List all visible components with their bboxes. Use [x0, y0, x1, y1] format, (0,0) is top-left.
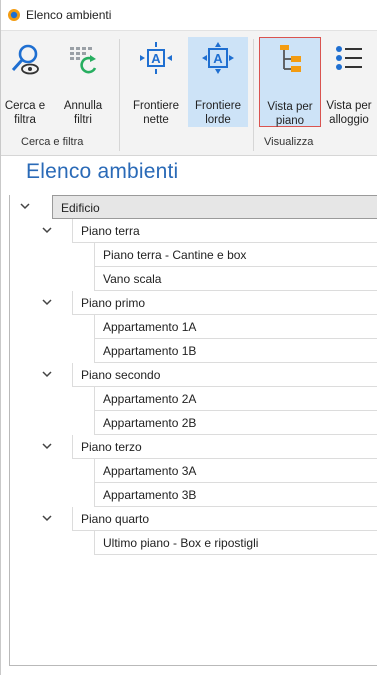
tree-item-cell: Appartamento 3B — [94, 483, 377, 507]
tree-item-label: Ultimo piano - Box e ripostigli — [103, 536, 259, 550]
tree-floor-label: Piano quarto — [81, 512, 150, 526]
tree-floor-label: Piano terzo — [81, 440, 142, 454]
tree-item-label: Appartamento 3B — [103, 488, 197, 502]
frontier-gross-icon: A — [202, 42, 234, 74]
view-by-unit-label: Vista per alloggio — [326, 100, 372, 126]
tree-item-row[interactable]: Appartamento 2A — [10, 387, 377, 411]
tree-item-cell: Ultimo piano - Box e ripostigli — [94, 531, 377, 555]
tree-item-cell: Appartamento 2A — [94, 387, 377, 411]
tree-item-label: Appartamento 1B — [103, 344, 197, 358]
ribbon: Cerca e filtra Annulla filtri A Frontier… — [1, 30, 377, 156]
tree-floor-cell: Piano secondo — [72, 363, 377, 387]
app-icon — [8, 9, 20, 21]
tree-floor-row[interactable]: Piano secondo — [10, 363, 377, 387]
clear-filter-label: Annulla filtri — [63, 100, 103, 126]
tree-item-cell: Piano terra - Cantine e box — [94, 243, 377, 267]
group-label-search: Cerca e filtra — [21, 136, 84, 148]
tree-item-cell: Appartamento 1B — [94, 339, 377, 363]
chevron-down-icon[interactable] — [18, 199, 32, 213]
tree-root-label: Edificio — [61, 201, 100, 215]
tree-item-row[interactable]: Appartamento 1A — [10, 315, 377, 339]
frontier-gross-label: Frontiere lorde — [194, 100, 242, 126]
tree-floor-row[interactable]: Piano quarto — [10, 507, 377, 531]
tree-item-label: Appartamento 2A — [103, 392, 197, 406]
window: Elenco ambienti Cerca e filtra Annulla f… — [0, 0, 377, 675]
tree-item-label: Appartamento 3A — [103, 464, 197, 478]
tree-item-row[interactable]: Appartamento 3B — [10, 483, 377, 507]
chevron-down-icon[interactable] — [40, 223, 54, 237]
search-filter-label: Cerca e filtra — [4, 100, 46, 126]
search-filter-button[interactable]: Cerca e filtra — [3, 37, 47, 127]
group-separator — [253, 39, 254, 151]
chevron-down-icon[interactable] — [40, 511, 54, 525]
tree-floor-label: Piano primo — [81, 296, 146, 310]
tree-floor-cell: Piano primo — [72, 291, 377, 315]
view-by-unit-button[interactable]: Vista per alloggio — [322, 37, 376, 127]
tree-item-label: Appartamento 2B — [103, 416, 197, 430]
tree-floor-row[interactable]: Piano terra — [10, 219, 377, 243]
tree-floor-label: Piano terra — [81, 224, 140, 238]
view-by-floor-label: Vista per piano — [267, 101, 313, 127]
frontier-net-button[interactable]: A Frontiere nette — [129, 37, 183, 127]
tree-root-cell: Edificio — [52, 195, 377, 219]
title-bar: Elenco ambienti — [1, 0, 377, 30]
chevron-down-icon[interactable] — [40, 367, 54, 381]
chevron-down-icon[interactable] — [40, 439, 54, 453]
group-separator — [119, 39, 120, 151]
view-by-floor-icon — [280, 45, 301, 72]
tree-item-row[interactable]: Ultimo piano - Box e ripostigli — [10, 531, 377, 555]
svg-text:A: A — [213, 51, 223, 66]
tree-root-row[interactable]: Edificio — [10, 195, 377, 219]
view-by-floor-button[interactable]: Vista per piano — [259, 37, 321, 127]
tree-item-cell: Appartamento 2B — [94, 411, 377, 435]
tree-item-row[interactable]: Appartamento 2B — [10, 411, 377, 435]
clear-filter-button[interactable]: Annulla filtri — [61, 37, 105, 127]
frontier-net-label: Frontiere nette — [132, 100, 180, 126]
tree-floor-row[interactable]: Piano terzo — [10, 435, 377, 459]
clear-filter-icon — [70, 47, 97, 74]
tree-item-label: Piano terra - Cantine e box — [103, 248, 247, 262]
chevron-down-icon[interactable] — [40, 295, 54, 309]
view-by-unit-icon — [336, 46, 362, 70]
search-filter-icon — [11, 44, 39, 75]
tree-item-row[interactable]: Piano terra - Cantine e box — [10, 243, 377, 267]
tree-floor-label: Piano secondo — [81, 368, 161, 382]
page-title: Elenco ambienti — [26, 160, 179, 183]
tree-item-row[interactable]: Appartamento 1B — [10, 339, 377, 363]
svg-text:A: A — [151, 51, 161, 66]
tree-floor-cell: Piano quarto — [72, 507, 377, 531]
frontier-gross-button[interactable]: A Frontiere lorde — [188, 37, 248, 127]
frontier-net-icon: A — [140, 42, 172, 74]
tree-item-label: Vano scala — [103, 272, 162, 286]
tree-floor-cell: Piano terzo — [72, 435, 377, 459]
tree-item-cell: Vano scala — [94, 267, 377, 291]
tree-item-row[interactable]: Vano scala — [10, 267, 377, 291]
tree-item-label: Appartamento 1A — [103, 320, 197, 334]
tree-floor-row[interactable]: Piano primo — [10, 291, 377, 315]
tree-item-cell: Appartamento 1A — [94, 315, 377, 339]
tree-item-cell: Appartamento 3A — [94, 459, 377, 483]
tree-item-row[interactable]: Appartamento 3A — [10, 459, 377, 483]
group-label-view: Visualizza — [264, 136, 314, 148]
tree-floor-cell: Piano terra — [72, 219, 377, 243]
window-title: Elenco ambienti — [26, 8, 112, 22]
tree-view: Edificio Piano terra Piano terra - Canti… — [9, 195, 377, 666]
